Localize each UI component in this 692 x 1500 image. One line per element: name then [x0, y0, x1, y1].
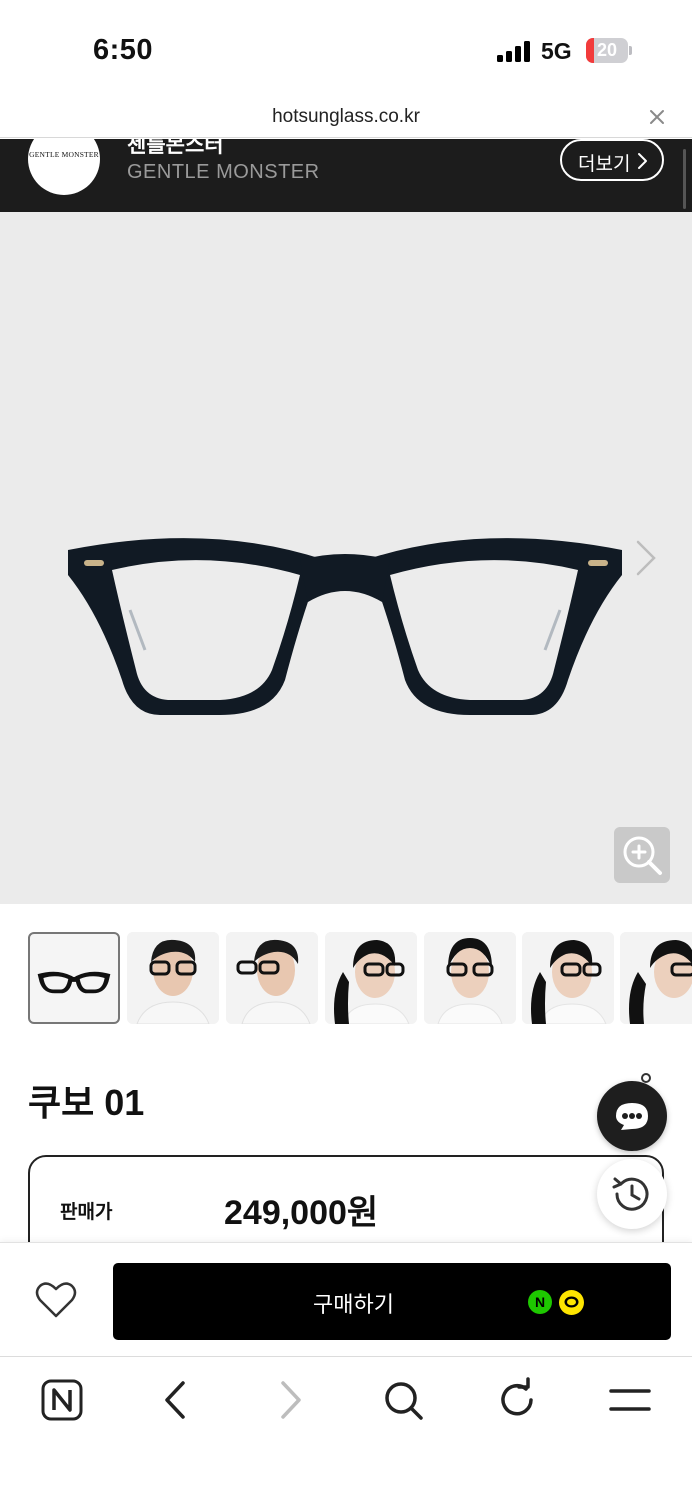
- heart-icon[interactable]: [34, 1280, 78, 1320]
- signal-icon: [497, 40, 533, 62]
- thumbnail-model[interactable]: [424, 932, 516, 1024]
- thumbnail-model[interactable]: [325, 932, 417, 1024]
- search-icon[interactable]: [380, 1377, 426, 1423]
- more-button-label: 더보기: [578, 154, 631, 175]
- thumbnail-model[interactable]: [620, 932, 692, 1024]
- scrollbar[interactable]: [683, 149, 686, 209]
- brand-name-kr: 젠틀몬스터: [127, 139, 224, 157]
- close-icon[interactable]: [646, 106, 668, 128]
- naver-home-icon[interactable]: [39, 1377, 85, 1423]
- url-bar[interactable]: hotsunglass.co.kr: [0, 100, 692, 138]
- model-photo-image: [226, 932, 318, 1024]
- brand-header: GENTLE MONSTER 젠틀몬스터 GENTLE MONSTER 더보기: [0, 139, 692, 212]
- back-icon[interactable]: [153, 1377, 199, 1423]
- chat-button[interactable]: [597, 1081, 667, 1151]
- status-time: 6:50: [93, 34, 154, 66]
- menu-icon[interactable]: [607, 1377, 653, 1423]
- recent-view-button[interactable]: [597, 1159, 667, 1229]
- chat-indicator-dot: [641, 1073, 651, 1083]
- battery-level: 20: [596, 40, 618, 60]
- network-label: 5G: [541, 38, 572, 64]
- zoom-in-icon: [623, 836, 662, 875]
- thumbnail-strip: [0, 932, 692, 1024]
- forward-icon[interactable]: [267, 1377, 313, 1423]
- zoom-button[interactable]: [614, 827, 670, 883]
- purchase-bar: 구매하기 N: [0, 1242, 692, 1356]
- buy-button[interactable]: 구매하기 N: [113, 1263, 671, 1340]
- brand-logo[interactable]: GENTLE MONSTER: [28, 139, 100, 195]
- battery-icon: 20: [586, 38, 632, 63]
- brand-logo-text: GENTLE MONSTER: [29, 150, 99, 159]
- browser-toolbar: [0, 1356, 692, 1500]
- refresh-icon[interactable]: [494, 1377, 540, 1423]
- more-button[interactable]: 더보기: [560, 139, 664, 181]
- brand-name-en: GENTLE MONSTER: [127, 161, 320, 183]
- url-domain[interactable]: hotsunglass.co.kr: [0, 106, 692, 128]
- model-photo-image: [325, 932, 417, 1024]
- chat-icon: [616, 1103, 648, 1130]
- model-photo-image: [522, 932, 614, 1024]
- thumbnail-model[interactable]: [226, 932, 318, 1024]
- model-photo-image: [424, 932, 516, 1024]
- price-label: 판매가: [60, 1202, 113, 1223]
- chevron-right-icon[interactable]: [632, 538, 660, 578]
- product-title: 쿠보 01: [28, 1082, 145, 1123]
- naver-pay-icon: N: [528, 1290, 552, 1314]
- model-photo-image: [620, 932, 692, 1024]
- status-bar: 6:50 5G 20: [0, 0, 692, 100]
- product-image-viewer[interactable]: [0, 212, 692, 904]
- kakao-pay-icon: [559, 1290, 584, 1315]
- history-icon: [612, 1177, 649, 1211]
- thumbnail-product[interactable]: [28, 932, 120, 1024]
- glasses-thumbnail-image: [37, 971, 111, 994]
- thumbnail-model[interactable]: [127, 932, 219, 1024]
- chevron-right-icon: [638, 153, 647, 169]
- thumbnail-model[interactable]: [522, 932, 614, 1024]
- model-photo-image: [127, 932, 219, 1024]
- price-value: 249,000원: [224, 1194, 379, 1232]
- glasses-image: [68, 538, 622, 715]
- buy-button-label: 구매하기: [313, 1292, 394, 1317]
